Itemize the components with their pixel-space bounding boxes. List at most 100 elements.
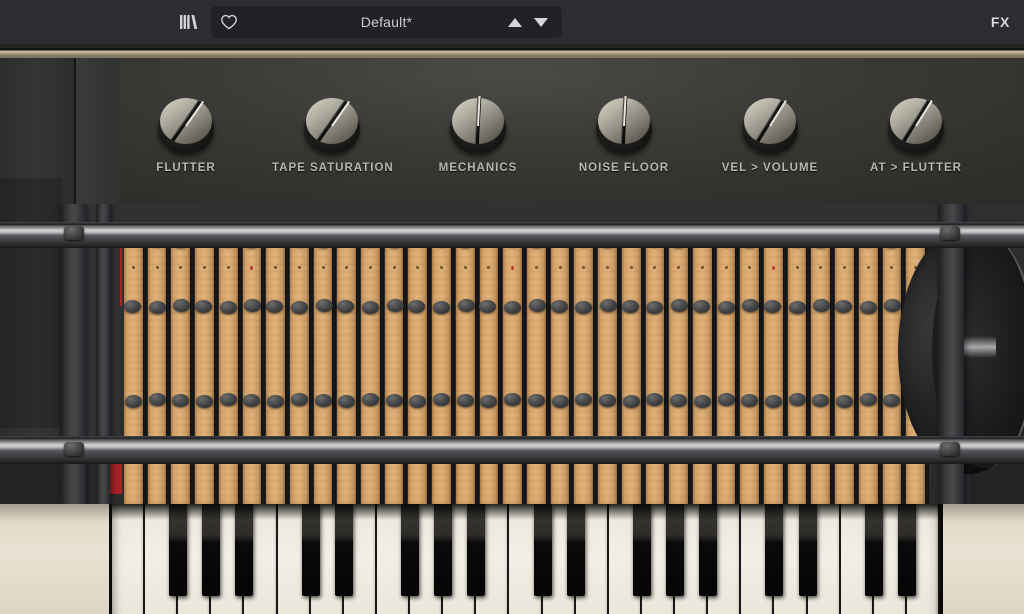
lever-screw [836, 395, 854, 408]
knob-mechanics[interactable]: MECHANICS [418, 95, 538, 174]
lever-screw [763, 300, 781, 313]
black-key[interactable] [301, 504, 320, 596]
knob-dial[interactable] [888, 98, 944, 154]
lever-screw [528, 299, 546, 312]
lever-screw [859, 393, 877, 406]
lever-screw [527, 394, 545, 407]
lever-screw [361, 301, 379, 314]
black-key[interactable] [632, 504, 651, 596]
lever-marker [866, 266, 870, 269]
lever-screw [267, 395, 285, 408]
cheek-block-left [0, 504, 112, 614]
knob-dial[interactable] [742, 98, 798, 154]
lever-screw [835, 300, 853, 313]
lever-screw [124, 300, 141, 313]
lever-screw [195, 395, 213, 408]
black-key[interactable] [798, 504, 817, 596]
lever-marker [321, 266, 325, 269]
fx-button[interactable]: FX [991, 0, 1010, 44]
lever-screw [457, 299, 475, 312]
knob-noise-floor[interactable]: NOISE FLOOR [564, 95, 684, 174]
black-key[interactable] [401, 504, 420, 596]
knob-at-flutter[interactable]: AT > FLUTTER [856, 98, 976, 174]
lever-screw [598, 394, 616, 407]
black-key[interactable] [897, 504, 916, 596]
lever-screw [670, 394, 688, 407]
knob-vel-volume[interactable]: VEL > VOLUME [710, 98, 830, 174]
lever-screw [456, 394, 474, 407]
knob-dial[interactable] [450, 95, 506, 154]
lever-screw [385, 394, 403, 407]
lower-rail-screw-right [940, 442, 960, 456]
lever-marker [700, 266, 704, 269]
lever-screw [859, 301, 877, 314]
black-key[interactable] [467, 504, 486, 596]
lever-screw [693, 395, 711, 408]
lever-marker [155, 266, 159, 269]
knob-cap [306, 98, 358, 144]
lever-screw [599, 299, 617, 312]
lever-marker [629, 266, 633, 269]
lever-marker [724, 266, 728, 269]
lever-marker [202, 266, 206, 269]
lever-screw [550, 300, 568, 313]
library-books-icon[interactable] [178, 11, 200, 33]
lever-screw [551, 395, 569, 408]
knob-label: TAPE SATURATION [272, 162, 394, 174]
lever-screw [219, 393, 237, 406]
preset-next-button[interactable] [534, 17, 548, 27]
black-key[interactable] [666, 504, 685, 596]
black-key[interactable] [235, 504, 254, 596]
lever-screw [148, 393, 166, 406]
lever-marker [771, 266, 775, 270]
lever-screw [266, 300, 284, 313]
black-key[interactable] [334, 504, 353, 596]
lever-marker [226, 266, 230, 269]
knob-label: AT > FLUTTER [870, 162, 962, 174]
lever-screw [361, 393, 379, 406]
lever-screw [717, 393, 735, 406]
lever-marker [463, 266, 467, 269]
lever-screw [290, 301, 308, 314]
lever-marker [392, 266, 396, 269]
lever-screw [788, 393, 806, 406]
keyboard[interactable] [0, 504, 1024, 614]
black-key[interactable] [765, 504, 784, 596]
black-key[interactable] [566, 504, 585, 596]
tape-frame [0, 204, 1024, 504]
knob-label: NOISE FLOOR [578, 162, 670, 174]
lever-screw [717, 301, 735, 314]
white-key[interactable] [112, 504, 146, 614]
lever-marker [795, 266, 799, 269]
black-key[interactable] [434, 504, 453, 596]
lever-screw [621, 300, 639, 313]
black-key[interactable] [533, 504, 552, 596]
black-key[interactable] [699, 504, 718, 596]
knob-dial[interactable] [304, 98, 360, 154]
lever-marker [368, 266, 372, 269]
knob-dial[interactable] [596, 95, 652, 154]
knob-row: FLUTTER TAPE SATURATION MECHANICS NOISE FLO… [0, 58, 1024, 204]
lever-screw [194, 300, 212, 313]
preset-browser[interactable]: Default* [211, 6, 562, 38]
lever-screw [433, 301, 451, 314]
top-toolbar: Default* FX [0, 0, 1024, 44]
knob-tape-saturation[interactable]: TAPE SATURATION [272, 98, 394, 174]
lower-rail [0, 436, 1024, 464]
lever-marker [297, 266, 301, 269]
lever-marker [605, 266, 609, 269]
lever-marker [534, 266, 538, 269]
cheek-block-right [940, 504, 1024, 614]
black-key[interactable] [864, 504, 883, 596]
lever-screw [692, 300, 710, 313]
lever-screw [124, 395, 142, 408]
preset-prev-button[interactable] [508, 17, 522, 27]
knob-dial[interactable] [158, 98, 214, 154]
lever-marker [131, 266, 135, 269]
black-key[interactable] [202, 504, 221, 596]
black-key[interactable] [169, 504, 188, 596]
knob-flutter[interactable]: FLUTTER [126, 98, 246, 174]
knob-label: FLUTTER [156, 162, 216, 174]
upper-rail-screw-right [940, 226, 960, 240]
lever-screw [433, 393, 451, 406]
